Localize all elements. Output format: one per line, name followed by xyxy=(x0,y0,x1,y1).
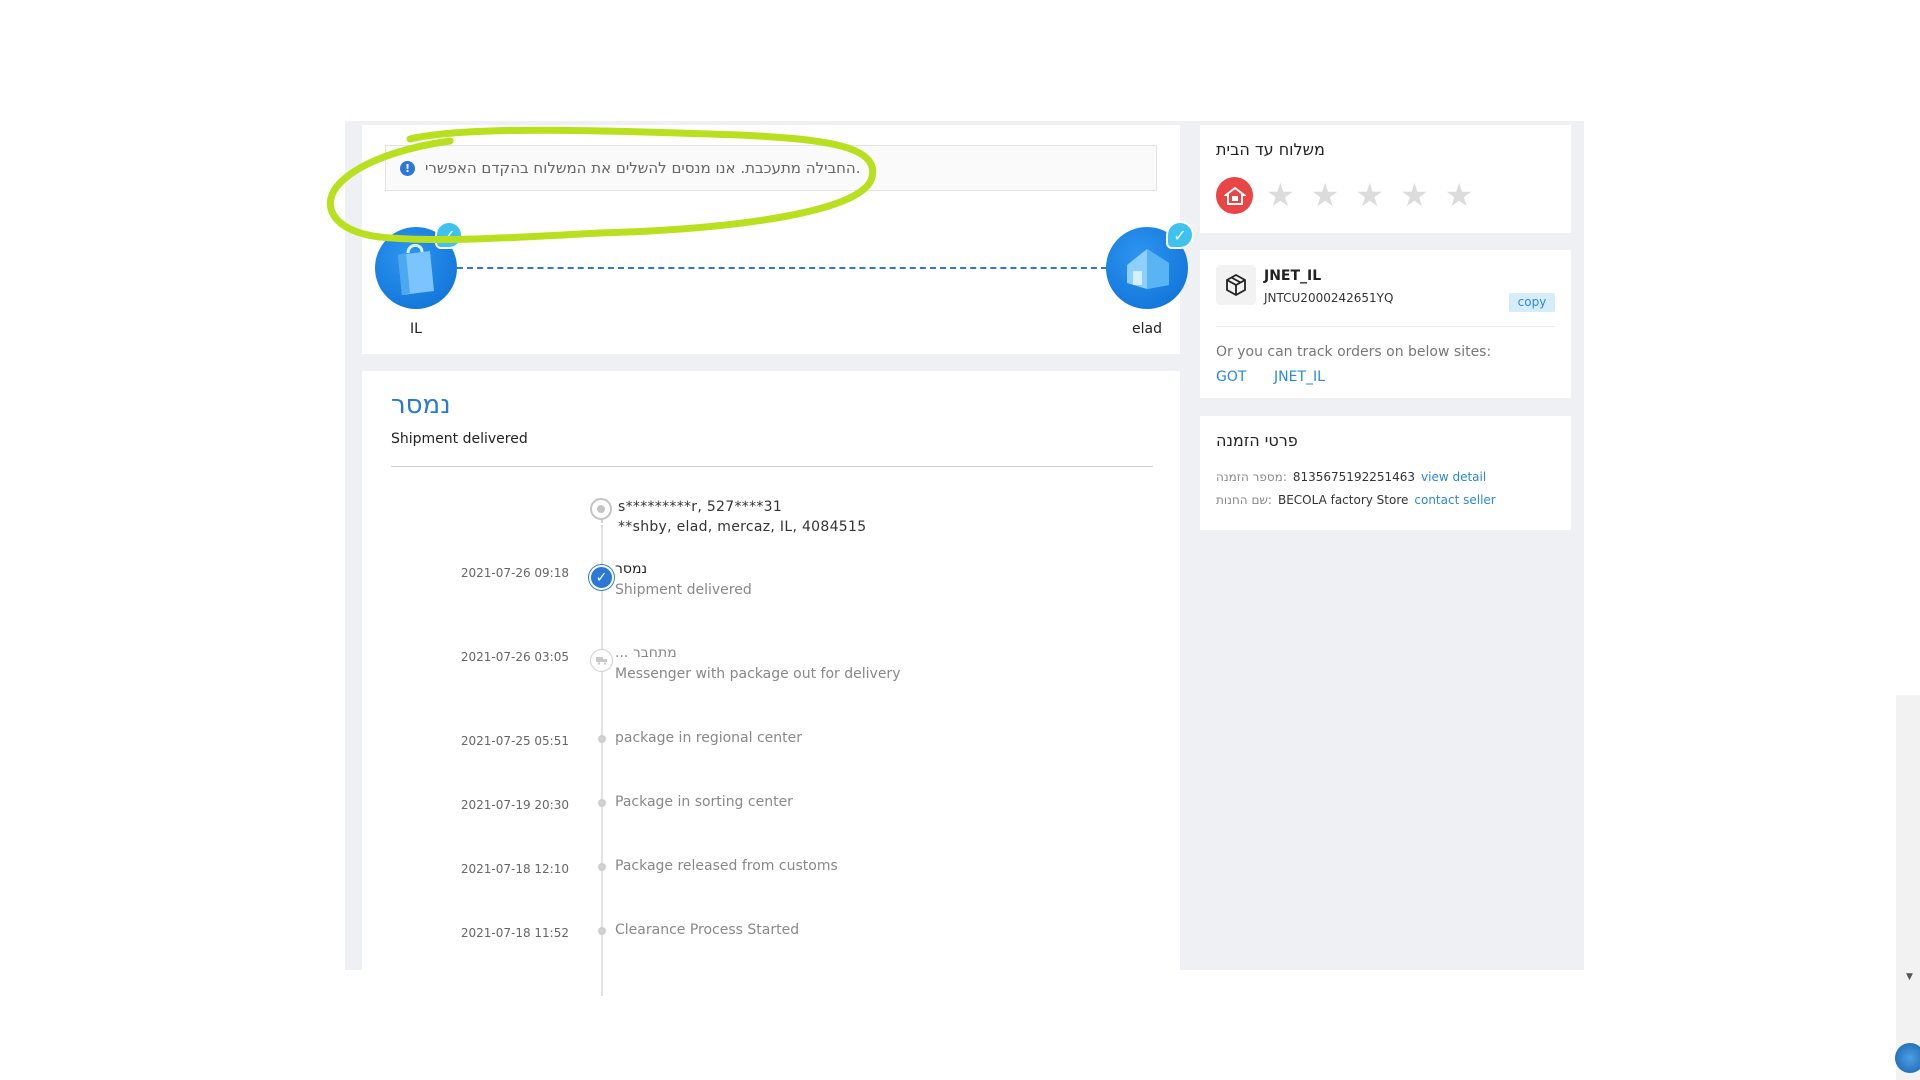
order-details-card: פרטי הזמנה מספר הזמנה: 8135675192251463 … xyxy=(1200,416,1571,530)
order-number-label: מספר הזמנה: xyxy=(1216,470,1287,484)
package-icon xyxy=(1216,265,1256,305)
location-pin-icon xyxy=(590,498,612,520)
carrier-name: JNET_IL xyxy=(1264,268,1322,284)
destination-label: elad xyxy=(1132,321,1162,337)
contact-seller-link[interactable]: contact seller xyxy=(1414,493,1495,507)
route-line xyxy=(457,267,1107,269)
event-title: ... מתחבר xyxy=(615,645,677,661)
event-description: Package in sorting center xyxy=(615,794,793,810)
rating-title: משלוח עד הבית xyxy=(1216,140,1325,159)
check-circle-icon: ✓ xyxy=(589,565,614,590)
divider xyxy=(391,466,1153,467)
star-icon[interactable]: ★ xyxy=(1311,179,1340,211)
event-dot xyxy=(598,927,606,935)
address-line-2: **shby, elad, mercaz, IL, 4084515 xyxy=(618,519,867,535)
tracking-page: ! החבילה מתעכבת. אנו מנסים להשלים את המש… xyxy=(345,121,1584,996)
divider xyxy=(1216,326,1555,327)
track-sites-note: Or you can track orders on below sites: xyxy=(1216,344,1492,360)
taskbar-app-icon[interactable] xyxy=(1895,1043,1920,1073)
event-description: package in regional center xyxy=(615,730,803,746)
view-detail-link[interactable]: view detail xyxy=(1421,470,1486,484)
destination-node: ✓ xyxy=(1106,221,1194,309)
check-badge-icon: ✓ xyxy=(435,221,463,249)
house-icon xyxy=(1127,249,1169,289)
timeline-rail xyxy=(601,526,603,996)
star-icon[interactable]: ★ xyxy=(1355,179,1384,211)
shopping-bag-icon xyxy=(398,243,434,295)
event-description: Package released from customs xyxy=(615,858,838,874)
scroll-down-icon[interactable]: ▼ xyxy=(1906,972,1913,982)
event-time: 2021-07-25 05:51 xyxy=(460,734,569,748)
origin-label: IL xyxy=(410,321,422,337)
status-subtitle: Shipment delivered xyxy=(391,431,528,447)
event-title: נמסר xyxy=(615,561,648,577)
delay-notice: ! החבילה מתעכבת. אנו מנסים להשלים את המש… xyxy=(385,145,1157,191)
origin-node: ✓ xyxy=(375,221,463,309)
star-icon[interactable]: ★ xyxy=(1400,179,1429,211)
event-time: 2021-07-18 12:10 xyxy=(460,862,569,876)
star-icon[interactable]: ★ xyxy=(1445,179,1474,211)
scrollbar[interactable] xyxy=(1896,695,1920,1080)
store-row: שם החנות: BECOLA factory Store contact s… xyxy=(1216,493,1496,507)
journey-card: ! החבילה מתעכבת. אנו מנסים להשלים את המש… xyxy=(362,125,1194,354)
event-time: 2021-07-19 20:30 xyxy=(460,798,569,812)
event-time: 2021-07-26 09:18 xyxy=(460,566,569,580)
event-time: 2021-07-18 11:52 xyxy=(460,926,569,940)
store-label: שם החנות: xyxy=(1216,493,1272,507)
status-title: נמסר xyxy=(391,390,451,420)
tracking-number: JNTCU2000242651YQ xyxy=(1264,291,1394,305)
event-description: Shipment delivered xyxy=(615,582,752,598)
track-link-got[interactable]: GOT xyxy=(1216,369,1246,385)
event-dot xyxy=(598,735,606,743)
delivery-rating-card: משלוח עד הבית ★ ★ ★ ★ ★ xyxy=(1200,125,1571,233)
star-icon[interactable]: ★ xyxy=(1266,179,1295,211)
info-icon: ! xyxy=(400,160,415,176)
store-name: BECOLA factory Store xyxy=(1277,493,1409,507)
event-dot xyxy=(598,863,606,871)
star-rating[interactable]: ★ ★ ★ ★ ★ xyxy=(1266,179,1473,211)
timeline-card: נמסר Shipment delivered s*********r, 527… xyxy=(362,371,1180,996)
address-line-1: s*********r, 527****31 xyxy=(618,499,783,515)
check-badge-icon: ✓ xyxy=(1166,221,1194,249)
carrier-card: JNET_IL JNTCU2000242651YQ copy Or you ca… xyxy=(1200,250,1571,398)
event-time: 2021-07-26 03:05 xyxy=(460,650,569,664)
home-icon xyxy=(1216,177,1253,214)
event-description: Messenger with package out for delivery xyxy=(615,666,901,682)
order-number-row: מספר הזמנה: 8135675192251463 view detail xyxy=(1216,470,1486,484)
event-description: Clearance Process Started xyxy=(615,922,800,938)
truck-icon xyxy=(590,649,613,672)
order-number: 8135675192251463 xyxy=(1292,470,1416,484)
delivery-address: s*********r, 527****31 **shby, elad, mer… xyxy=(618,497,866,537)
copy-button[interactable]: copy xyxy=(1509,293,1555,312)
delay-notice-text: החבילה מתעכבת. אנו מנסים להשלים את המשלו… xyxy=(425,159,861,177)
event-dot xyxy=(598,799,606,807)
order-details-title: פרטי הזמנה xyxy=(1216,431,1298,450)
track-link-jnet[interactable]: JNET_IL xyxy=(1274,369,1325,385)
